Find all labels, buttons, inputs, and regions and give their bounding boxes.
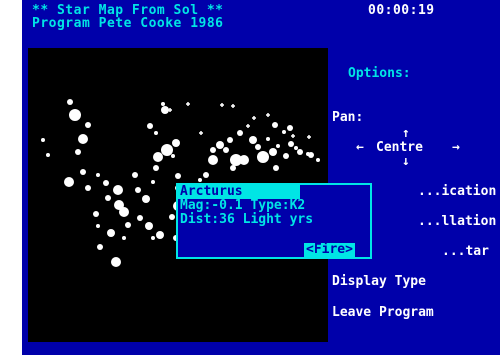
star-dot: [237, 130, 243, 136]
star-magnitude-type: Mag:-0.1 Type:K2: [180, 198, 306, 213]
star-dot: [210, 147, 216, 153]
star-dot: [113, 185, 123, 195]
star-dot: [85, 185, 91, 191]
display-type-option[interactable]: Display Type: [332, 274, 426, 290]
star-dot: [154, 131, 158, 135]
star-option[interactable]: ...tar: [442, 244, 489, 260]
star-dot: [151, 180, 155, 184]
identification-option[interactable]: ...ication: [418, 184, 496, 200]
star-dot: [223, 147, 229, 153]
star-dot: [288, 141, 294, 147]
star-dot: [169, 214, 175, 220]
pan-label: Pan:: [332, 110, 364, 125]
star-dot: [283, 153, 289, 159]
star-dot: [67, 99, 73, 105]
star-dot: [145, 222, 153, 230]
star-dot: [282, 130, 286, 134]
star-cross: [252, 116, 256, 120]
header-credit: Program Pete Cooke 1986: [32, 16, 224, 31]
star-cross: [246, 124, 250, 128]
star-dot: [125, 222, 131, 228]
star-dot: [135, 187, 141, 193]
star-dot: [297, 149, 303, 155]
star-dot: [257, 151, 269, 163]
constellation-option[interactable]: ...llation: [418, 214, 496, 230]
star-dot: [156, 231, 164, 239]
star-cross: [220, 103, 224, 107]
star-dot: [85, 122, 91, 128]
star-dot: [266, 137, 270, 141]
star-dot: [171, 154, 175, 158]
star-dot: [107, 229, 115, 237]
star-dot: [273, 165, 279, 171]
star-dot: [93, 211, 99, 217]
star-dot: [122, 236, 126, 240]
star-dot: [111, 257, 121, 267]
leave-program-option[interactable]: Leave Program: [332, 305, 434, 321]
star-info-box: Arcturus Mag:-0.1 Type:K2 Dist:36 Light …: [176, 183, 372, 259]
star-cross: [186, 102, 190, 106]
star-dot: [161, 106, 169, 114]
star-cross: [199, 131, 203, 135]
star-dot: [96, 173, 100, 177]
star-dot: [151, 236, 155, 240]
star-dot: [96, 224, 100, 228]
centre-option[interactable]: Centre: [376, 140, 423, 156]
star-dot: [75, 149, 81, 155]
star-dot: [272, 122, 278, 128]
star-dot: [172, 139, 180, 147]
pan-right-arrow-icon[interactable]: →: [452, 140, 460, 156]
star-cross: [266, 113, 270, 117]
star-cross: [291, 134, 295, 138]
star-dot: [80, 169, 86, 175]
fire-button[interactable]: <Fire>: [304, 243, 355, 257]
star-dot: [198, 178, 202, 182]
star-dot: [294, 146, 298, 150]
star-dot: [137, 215, 143, 221]
pan-left-arrow-icon[interactable]: ←: [356, 140, 364, 156]
star-dot: [308, 152, 314, 158]
star-dot: [175, 173, 181, 179]
star-dot: [269, 148, 277, 156]
options-heading: Options:: [348, 66, 411, 81]
star-dot: [203, 172, 209, 178]
star-dot: [46, 153, 50, 157]
star-dot: [78, 134, 88, 144]
game-screen: ** Star Map From Sol ** 00:00:19 Program…: [22, 0, 500, 355]
star-distance: Dist:36 Light yrs: [180, 212, 314, 227]
star-dot: [276, 144, 280, 148]
star-dot: [239, 155, 249, 165]
star-dot: [132, 172, 138, 178]
star-dot: [249, 136, 257, 144]
star-dot: [119, 207, 129, 217]
star-dot: [287, 125, 293, 131]
star-dot: [208, 155, 218, 165]
star-dot: [69, 109, 81, 121]
star-dot: [316, 158, 320, 162]
star-dot: [153, 165, 159, 171]
star-dot: [41, 138, 45, 142]
star-dot: [64, 177, 74, 187]
star-cross: [307, 135, 311, 139]
star-dot: [161, 102, 165, 106]
star-cross: [231, 104, 235, 108]
star-dot: [255, 144, 261, 150]
clock: 00:00:19: [368, 3, 435, 18]
star-dot: [97, 244, 103, 250]
star-dot: [227, 137, 233, 143]
star-dot: [142, 195, 150, 203]
star-dot: [103, 180, 109, 186]
star-dot: [147, 123, 153, 129]
star-dot: [161, 144, 173, 156]
star-dot: [158, 156, 162, 160]
pan-down-arrow-icon[interactable]: ↓: [402, 154, 410, 170]
star-dot: [216, 141, 224, 149]
star-dot: [105, 195, 111, 201]
star-name: Arcturus: [178, 185, 300, 199]
